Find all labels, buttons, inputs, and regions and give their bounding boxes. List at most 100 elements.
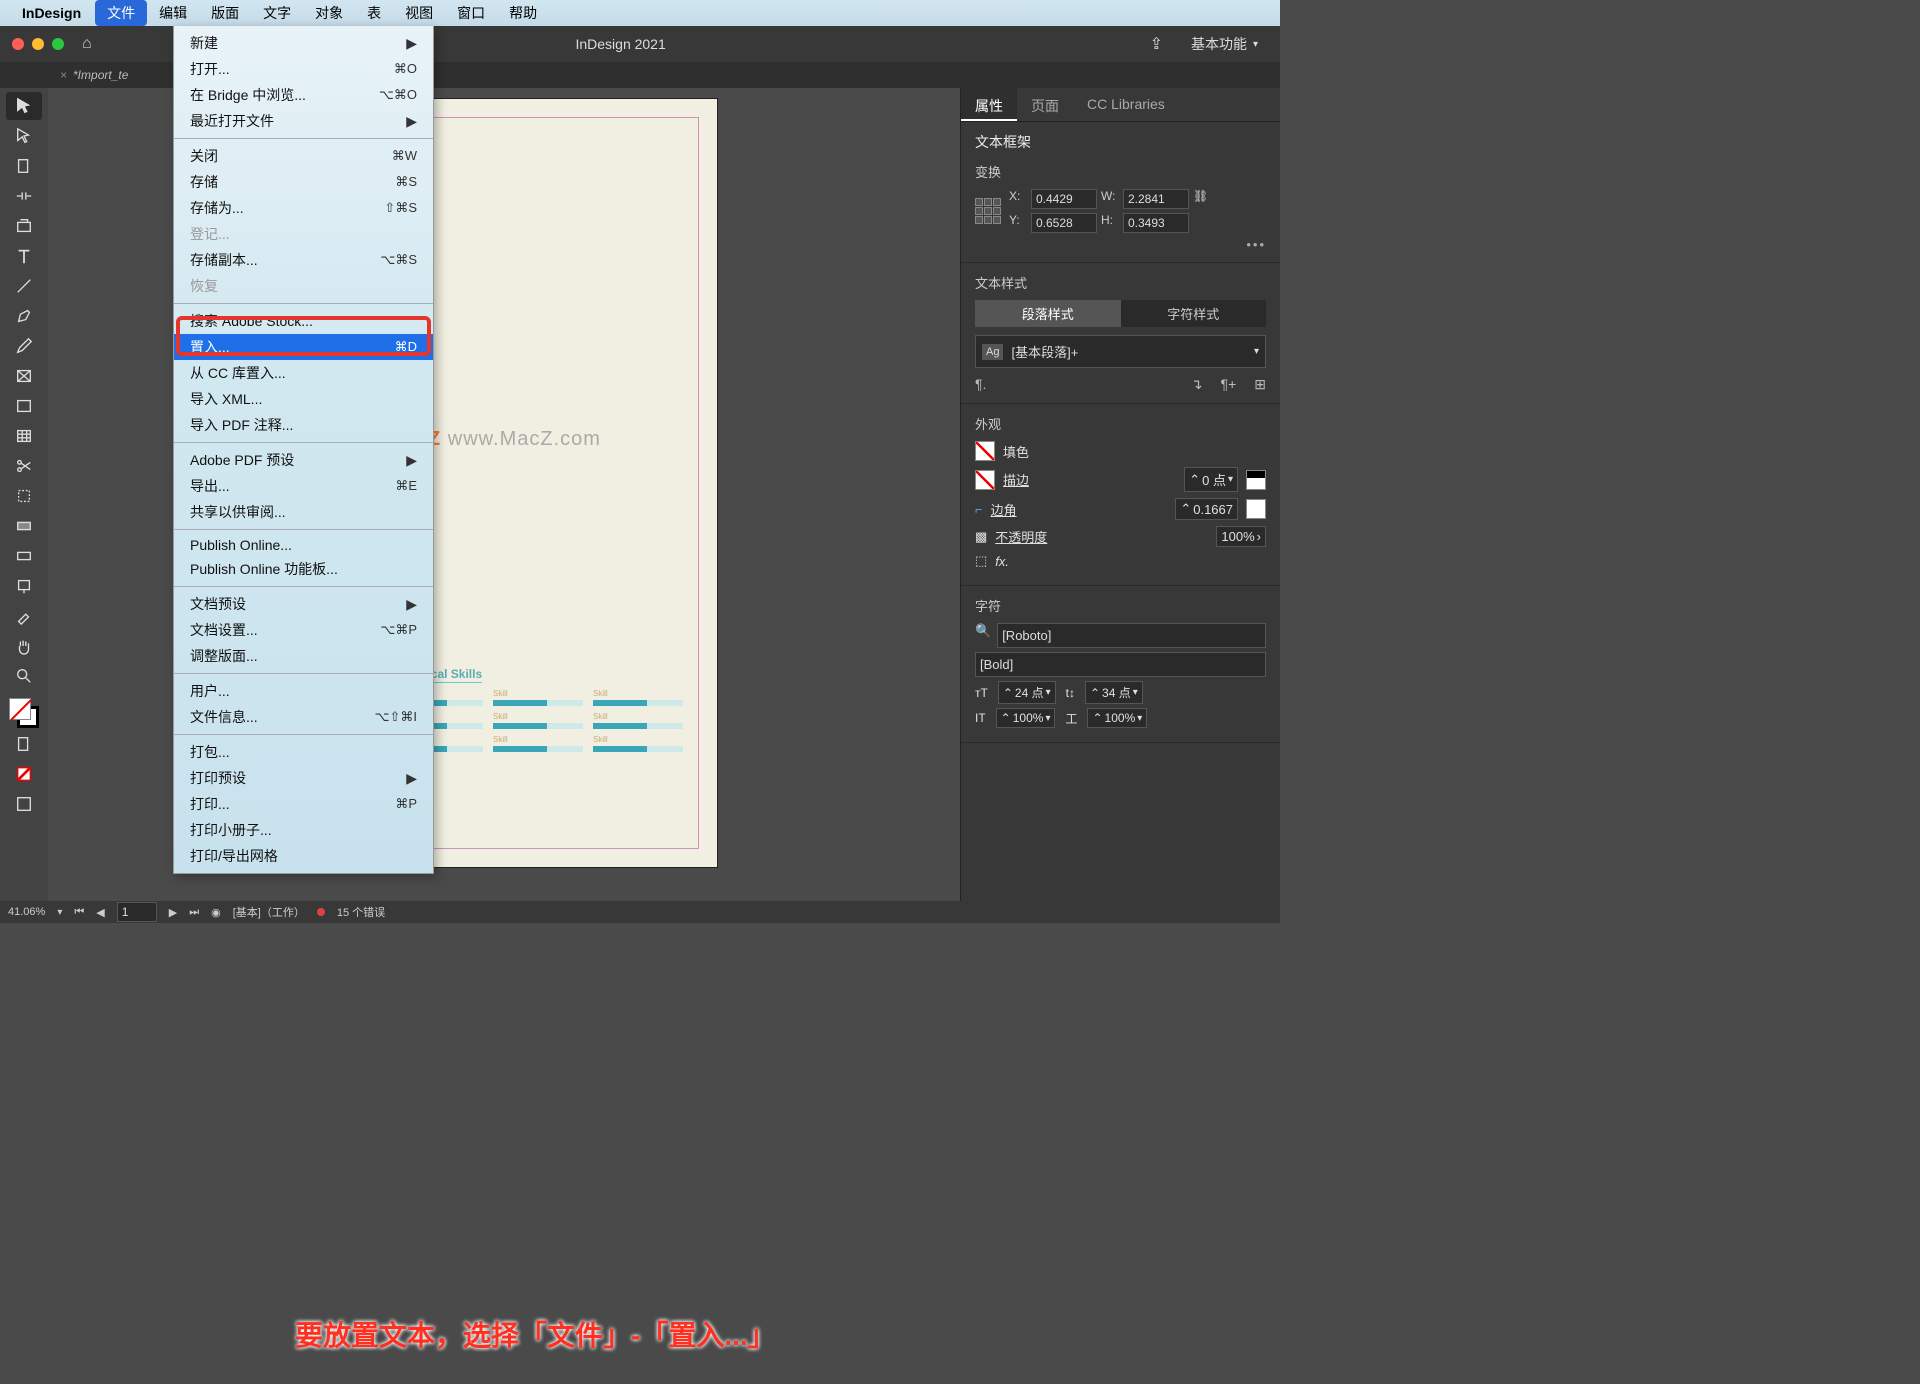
note-tool[interactable] [6, 572, 42, 600]
selection-tool[interactable] [6, 92, 42, 120]
error-count[interactable]: 15 个错误 [337, 904, 385, 920]
menu-item[interactable]: 新建▶ [174, 30, 433, 56]
document-tab[interactable]: × *Import_te [60, 68, 128, 82]
stroke-label[interactable]: 描边 [1003, 470, 1029, 489]
menu-item[interactable]: 在 Bridge 中浏览...⌥⌘O [174, 82, 433, 108]
next-page-icon[interactable]: ▶ [169, 906, 177, 919]
menu-item[interactable]: 打包... [174, 739, 433, 765]
format-container-icon[interactable] [6, 730, 42, 758]
menu-item[interactable]: 关闭⌘W [174, 143, 433, 169]
page-tool[interactable] [6, 152, 42, 180]
tab-properties[interactable]: 属性 [961, 88, 1017, 121]
opacity-field[interactable]: 100%› [1216, 526, 1266, 547]
preflight-icon[interactable]: ◉ [211, 906, 221, 919]
menu-item[interactable]: 用户... [174, 678, 433, 704]
first-page-icon[interactable]: ⏮ [74, 906, 84, 919]
clear-overrides-icon[interactable]: ↴ [1191, 376, 1203, 393]
corner-radius-field[interactable]: ⌃0.1667 [1175, 498, 1238, 520]
more-options-icon[interactable]: ••• [975, 237, 1266, 252]
menu-item[interactable]: 存储副本...⌥⌘S [174, 247, 433, 273]
menu-help[interactable]: 帮助 [497, 0, 549, 26]
paragraph-style-tab[interactable]: 段落样式 [975, 300, 1121, 327]
options-icon[interactable]: ⊞ [1254, 376, 1266, 393]
h-field[interactable] [1123, 213, 1189, 233]
x-field[interactable] [1031, 189, 1097, 209]
view-mode-icon[interactable] [6, 790, 42, 818]
stroke-style-swatch[interactable] [1246, 470, 1266, 490]
character-style-tab[interactable]: 字符样式 [1121, 300, 1267, 327]
opacity-label[interactable]: 不透明度 [995, 527, 1047, 546]
gradient-feather-tool[interactable] [6, 542, 42, 570]
menu-item[interactable]: 共享以供审阅... [174, 499, 433, 525]
menu-item[interactable]: 导入 PDF 注释... [174, 412, 433, 438]
gradient-swatch-tool[interactable] [6, 512, 42, 540]
corner-icon[interactable]: ⌐ [975, 502, 983, 517]
apply-color-icon[interactable] [6, 760, 42, 788]
pen-tool[interactable] [6, 302, 42, 330]
menu-item[interactable]: 调整版面... [174, 643, 433, 669]
minimize-window-button[interactable] [32, 38, 44, 50]
menu-item[interactable]: 打开...⌘O [174, 56, 433, 82]
constrain-icon[interactable]: ⛓ [1193, 189, 1208, 209]
effects-icon[interactable]: ⬚ [975, 553, 987, 569]
fill-swatch[interactable] [975, 441, 995, 461]
w-field[interactable] [1123, 189, 1189, 209]
zoom-window-button[interactable] [52, 38, 64, 50]
direct-selection-tool[interactable] [6, 122, 42, 150]
leading-field[interactable]: ⌃34 点▾ [1085, 681, 1143, 704]
new-style-icon[interactable]: ¶+ [1221, 376, 1237, 393]
eyedropper-tool[interactable] [6, 602, 42, 630]
grid-tool[interactable] [6, 422, 42, 450]
menu-item[interactable]: 最近打开文件▶ [174, 108, 433, 134]
menu-table[interactable]: 表 [355, 0, 393, 26]
pencil-tool[interactable] [6, 332, 42, 360]
close-window-button[interactable] [12, 38, 24, 50]
tab-pages[interactable]: 页面 [1017, 88, 1073, 121]
close-tab-icon[interactable]: × [60, 68, 67, 82]
line-tool[interactable] [6, 272, 42, 300]
menu-item[interactable]: 存储为...⇧⌘S [174, 195, 433, 221]
corner-shape-swatch[interactable] [1246, 499, 1266, 519]
font-weight-field[interactable] [975, 652, 1266, 677]
menu-item[interactable]: 打印/导出网格 [174, 843, 433, 869]
menu-view[interactable]: 视图 [393, 0, 445, 26]
menu-item[interactable]: 置入...⌘D [174, 334, 433, 360]
paragraph-panel-icon[interactable]: ¶. [975, 376, 986, 393]
menu-item[interactable]: 从 CC 库置入... [174, 360, 433, 386]
menu-item[interactable]: 导入 XML... [174, 386, 433, 412]
stroke-swatch[interactable] [975, 470, 995, 490]
scissors-tool[interactable] [6, 452, 42, 480]
menu-window[interactable]: 窗口 [445, 0, 497, 26]
menu-item[interactable]: 文档设置...⌥⌘P [174, 617, 433, 643]
menu-item[interactable]: 打印...⌘P [174, 791, 433, 817]
menu-item[interactable]: 存储⌘S [174, 169, 433, 195]
zoom-level[interactable]: 41.06% [8, 906, 45, 918]
stroke-weight-field[interactable]: ⌃0 点▾ [1184, 467, 1238, 492]
tab-cclibraries[interactable]: CC Libraries [1073, 88, 1179, 121]
menu-layout[interactable]: 版面 [199, 0, 251, 26]
page-number-field[interactable] [117, 902, 157, 922]
reference-point-grid[interactable] [975, 198, 1001, 224]
free-transform-tool[interactable] [6, 482, 42, 510]
menu-item[interactable]: Adobe PDF 预设▶ [174, 447, 433, 473]
hscale-field[interactable]: ⌃100%▾ [1087, 708, 1147, 728]
font-family-field[interactable] [997, 623, 1266, 648]
prev-page-icon[interactable]: ◀ [96, 906, 104, 919]
menu-item[interactable]: 文件信息...⌥⇧⌘I [174, 704, 433, 730]
menu-edit[interactable]: 编辑 [147, 0, 199, 26]
profile-label[interactable]: [基本]（工作） [233, 904, 305, 920]
y-field[interactable] [1031, 213, 1097, 233]
paragraph-style-select[interactable]: Ag [基本段落]+ ▾ [975, 335, 1266, 368]
rectangle-tool[interactable] [6, 392, 42, 420]
share-icon[interactable]: ⇪ [1150, 34, 1163, 54]
workspace-dropdown[interactable]: 基本功能 ▾ [1181, 34, 1268, 54]
fill-stroke-swatch[interactable] [9, 698, 39, 728]
menu-file[interactable]: 文件 [95, 0, 147, 26]
home-icon[interactable]: ⌂ [82, 35, 92, 53]
menu-item[interactable]: 导出...⌘E [174, 473, 433, 499]
rectangle-frame-tool[interactable] [6, 362, 42, 390]
menu-item[interactable]: Publish Online... [174, 534, 433, 556]
vscale-field[interactable]: ⌃100%▾ [996, 708, 1056, 728]
menu-item[interactable]: 搜索 Adobe Stock... [174, 308, 433, 334]
type-tool[interactable] [6, 242, 42, 270]
